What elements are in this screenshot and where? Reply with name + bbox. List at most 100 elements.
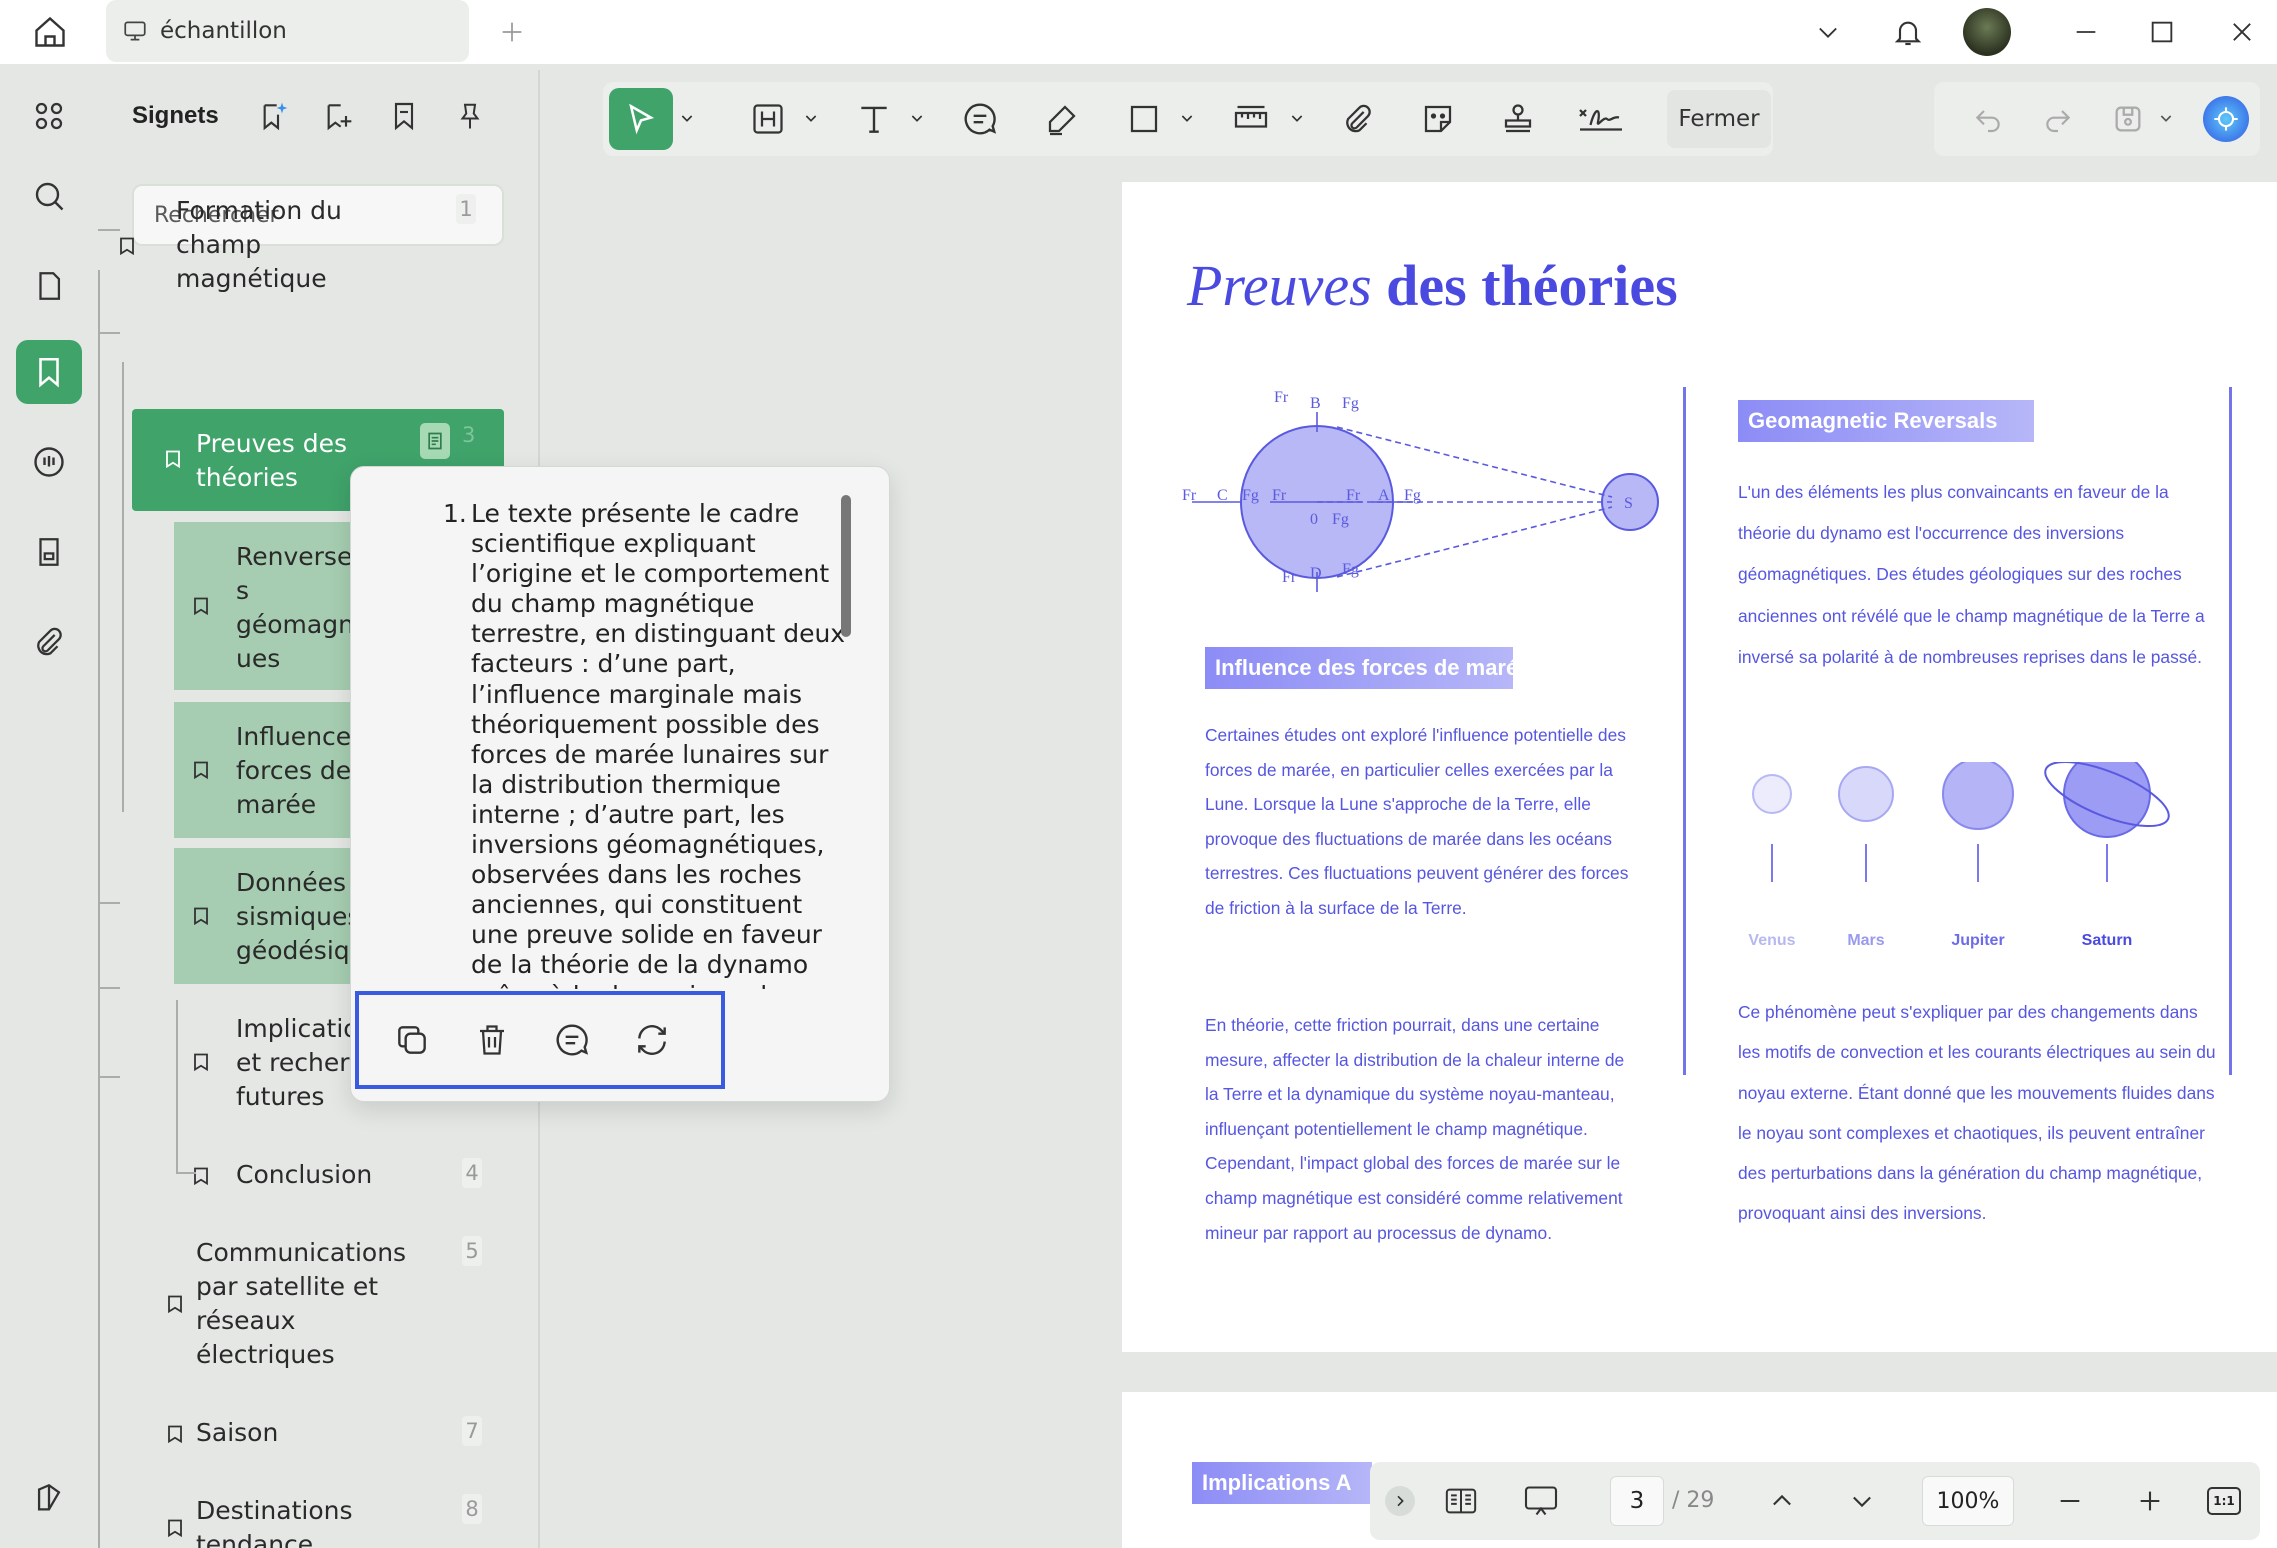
bookmark-note-button[interactable] bbox=[420, 423, 450, 459]
bookmark-icon bbox=[39, 357, 59, 388]
rail-search[interactable] bbox=[16, 164, 82, 228]
select-tool-button[interactable] bbox=[609, 88, 673, 150]
attach-tool-button[interactable] bbox=[1333, 90, 1383, 148]
rail-bookmarks[interactable] bbox=[16, 340, 82, 404]
popup-scrollbar[interactable] bbox=[841, 495, 851, 637]
redo-button[interactable] bbox=[2034, 90, 2082, 148]
monitor-icon bbox=[124, 21, 146, 41]
collapse-bar-button[interactable] bbox=[1384, 1476, 1416, 1526]
diagram-label: Fg bbox=[1342, 395, 1359, 412]
close-window-button[interactable] bbox=[2214, 8, 2270, 56]
title-bold: des théories bbox=[1386, 253, 1678, 318]
bookmark-label: s bbox=[236, 576, 250, 605]
rail-thumbnails[interactable] bbox=[16, 84, 82, 148]
section-heading: Implications A bbox=[1192, 1462, 1372, 1504]
diagram-label: Fr bbox=[1282, 569, 1297, 586]
add-bookmark-button[interactable] bbox=[316, 94, 360, 138]
page-total: / 29 bbox=[1672, 1488, 1715, 1513]
remove-bookmark-button[interactable] bbox=[382, 94, 426, 138]
page-number-input[interactable]: 3 bbox=[1610, 1476, 1664, 1526]
bookmark-label: géomagn bbox=[236, 610, 354, 639]
sticker-tool-button[interactable] bbox=[1413, 90, 1463, 148]
bookmark-item[interactable]: Destinations tendance 8 bbox=[136, 1494, 496, 1548]
pen-icon bbox=[1048, 105, 1076, 136]
reading-mode-button[interactable] bbox=[1436, 1476, 1486, 1526]
shape-tool-button[interactable] bbox=[1119, 90, 1169, 148]
zoom-out-button[interactable] bbox=[2048, 1476, 2092, 1526]
chevron-down-icon[interactable] bbox=[803, 110, 819, 126]
dropdown-button[interactable] bbox=[1800, 8, 1856, 56]
presentation-button[interactable] bbox=[1516, 1476, 1566, 1526]
regenerate-button[interactable] bbox=[629, 1017, 675, 1063]
measure-tool-button[interactable] bbox=[1223, 90, 1279, 148]
cursor-icon bbox=[629, 103, 655, 135]
comment-button[interactable] bbox=[549, 1017, 595, 1063]
chevron-down-icon[interactable] bbox=[1289, 110, 1305, 126]
bookmark-label: Preuves des bbox=[196, 429, 348, 458]
bookmark-item[interactable]: Formation du champ magnétique 1 bbox=[120, 194, 496, 298]
chevron-down-icon bbox=[1853, 1496, 1871, 1508]
new-tab-button[interactable] bbox=[490, 10, 534, 54]
bookmark-outline-icon bbox=[168, 1425, 182, 1444]
ai-bookmark-button[interactable] bbox=[252, 94, 296, 138]
section-heading: Geomagnetic Reversals bbox=[1738, 400, 2034, 442]
user-avatar[interactable] bbox=[1963, 8, 2011, 56]
chevron-down-icon[interactable] bbox=[679, 110, 695, 126]
note-tool-button[interactable] bbox=[955, 90, 1005, 148]
text-tool-button[interactable] bbox=[849, 90, 899, 148]
diagram-label: Fg bbox=[1404, 487, 1421, 504]
notifications-button[interactable] bbox=[1880, 8, 1936, 56]
signature-tool-button[interactable] bbox=[1571, 90, 1631, 148]
rail-comments[interactable] bbox=[16, 430, 82, 494]
close-toolbar-button[interactable]: Fermer bbox=[1667, 90, 1771, 148]
undo-button[interactable] bbox=[1964, 90, 2012, 148]
bookmark-outline-icon bbox=[194, 597, 208, 616]
bookmark-page-number: 1 bbox=[456, 194, 476, 224]
planet-label: Mars bbox=[1847, 932, 1885, 949]
column-divider bbox=[2229, 387, 2232, 1075]
bookmark-label: géodésiq bbox=[236, 936, 350, 965]
document-tab[interactable]: échantillon bbox=[106, 0, 469, 62]
bookmark-item[interactable]: Communications par satellite et réseaux … bbox=[136, 1236, 496, 1372]
home-button[interactable] bbox=[22, 8, 78, 56]
text-icon bbox=[861, 106, 887, 133]
section-paragraph: L'un des éléments les plus convaincants … bbox=[1738, 482, 2205, 667]
highlight-tool-button[interactable] bbox=[743, 90, 793, 148]
rail-forms[interactable] bbox=[16, 520, 82, 584]
zoom-in-button[interactable] bbox=[2128, 1476, 2172, 1526]
bookmark-item[interactable]: Saison 7 bbox=[136, 1416, 496, 1456]
chevron-down-icon[interactable] bbox=[1179, 110, 1195, 126]
search-icon bbox=[35, 182, 64, 211]
paperclip-icon bbox=[37, 627, 62, 656]
summary-list-number: 1. bbox=[443, 499, 467, 528]
bookmark-label: Données bbox=[236, 868, 347, 897]
rail-theme[interactable] bbox=[16, 1466, 82, 1530]
maximize-button[interactable] bbox=[2134, 8, 2190, 56]
pin-panel-button[interactable] bbox=[448, 94, 492, 138]
bookmark-outline-icon bbox=[194, 907, 208, 926]
copy-button[interactable] bbox=[389, 1017, 435, 1063]
chevron-down-icon[interactable] bbox=[2158, 110, 2174, 126]
minimize-button[interactable] bbox=[2058, 8, 2114, 56]
ai-assistant-button[interactable] bbox=[2200, 90, 2252, 148]
rail-attachments[interactable] bbox=[16, 610, 82, 674]
zoom-level[interactable]: 100% bbox=[1922, 1476, 2014, 1526]
chevron-down-icon[interactable] bbox=[909, 110, 925, 126]
pen-tool-button[interactable] bbox=[1037, 90, 1087, 148]
grid-icon bbox=[35, 102, 63, 130]
previous-page-button[interactable] bbox=[1760, 1476, 1804, 1526]
bookmark-outline-icon bbox=[194, 1053, 208, 1072]
bookmark-label: électriques bbox=[196, 1340, 335, 1369]
save-button[interactable] bbox=[2104, 90, 2152, 148]
stamp-tool-button[interactable] bbox=[1493, 90, 1543, 148]
trash-icon bbox=[480, 1025, 504, 1055]
bookmark-label: marée bbox=[236, 790, 317, 819]
rail-pages[interactable] bbox=[16, 254, 82, 318]
delete-button[interactable] bbox=[469, 1017, 515, 1063]
next-page-button[interactable] bbox=[1840, 1476, 1884, 1526]
actual-size-button[interactable]: 1:1 bbox=[2202, 1476, 2246, 1526]
page-title: Preuves des théories bbox=[1187, 252, 1678, 319]
ruler-icon bbox=[1234, 105, 1268, 128]
bookmark-item[interactable]: Conclusion 4 bbox=[194, 1158, 492, 1198]
rectangle-icon bbox=[1130, 105, 1158, 133]
